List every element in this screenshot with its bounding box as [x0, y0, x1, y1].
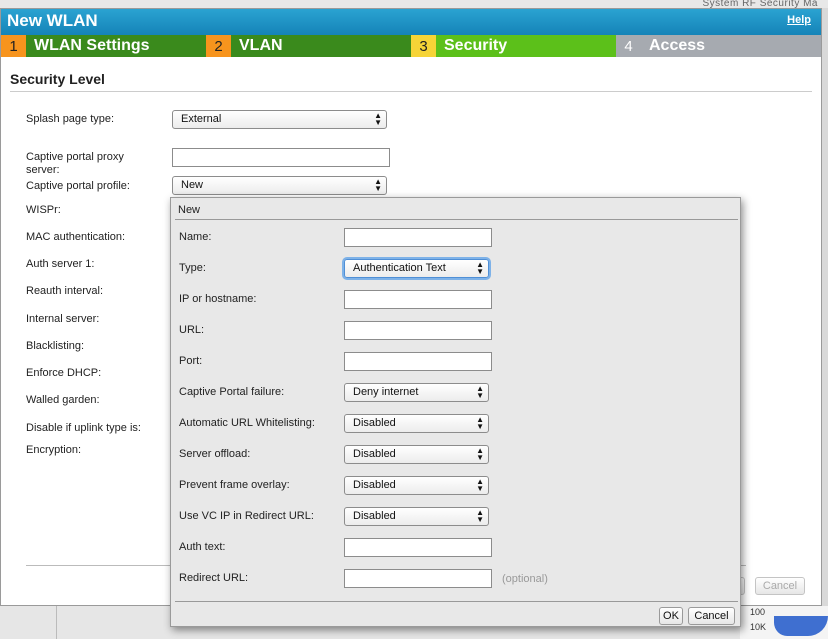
encryption-label: Encryption:: [26, 444, 82, 456]
chart-label-100: 100: [750, 607, 766, 617]
use-vc-ip-select[interactable]: Disabled ▲ ▼: [344, 507, 489, 526]
new-captive-portal-dialog: New Name: Type: Authentication Text ▲ ▼ I…: [170, 197, 741, 627]
auto-url-whitelist-label: Automatic URL Whitelisting:: [179, 417, 315, 429]
portal-profile-label: Captive portal profile:: [26, 180, 130, 192]
step-access[interactable]: 4 Access: [616, 35, 821, 57]
auto-url-whitelist-value: Disabled: [353, 417, 396, 429]
step-number: 3: [411, 35, 436, 57]
background-chart: 100 10K: [740, 606, 828, 639]
step-label: WLAN Settings: [34, 37, 150, 54]
wizard-cancel-button[interactable]: Cancel: [755, 577, 805, 595]
step-number: 2: [206, 35, 231, 57]
use-vc-ip-value: Disabled: [353, 510, 396, 522]
optional-hint: (optional): [502, 573, 548, 585]
portal-profile-value: New: [181, 179, 204, 191]
dialog-footer-divider: [175, 601, 738, 602]
dialog-cancel-button[interactable]: Cancel: [688, 607, 735, 625]
help-link[interactable]: Help: [787, 14, 811, 26]
captive-failure-label: Captive Portal failure:: [179, 386, 285, 398]
ok-button[interactable]: OK: [659, 607, 683, 625]
name-input[interactable]: [344, 228, 492, 247]
step-number: 4: [616, 35, 641, 57]
select-arrows-icon: ▲ ▼: [374, 111, 382, 127]
prevent-frame-overlay-value: Disabled: [353, 479, 396, 491]
ip-hostname-label: IP or hostname:: [179, 293, 257, 305]
step-label: VLAN: [239, 37, 283, 54]
step-number: 1: [1, 35, 26, 57]
blacklisting-label: Blacklisting:: [26, 340, 85, 352]
wizard-steps: 1 WLAN Settings 2 VLAN 3 Security 4 Acce…: [1, 35, 821, 57]
wizard-title: New WLAN: [7, 11, 98, 30]
server-offload-select[interactable]: Disabled ▲ ▼: [344, 445, 489, 464]
port-input[interactable]: [344, 352, 492, 371]
url-label: URL:: [179, 324, 205, 336]
portal-profile-select[interactable]: New ▲ ▼: [172, 176, 387, 195]
ip-hostname-input[interactable]: [344, 290, 492, 309]
splash-page-type-label: Splash page type:: [26, 113, 115, 125]
prevent-frame-overlay-select[interactable]: Disabled ▲ ▼: [344, 476, 489, 495]
walled-garden-label: Walled garden:: [26, 394, 100, 406]
splash-page-type-value: External: [181, 113, 222, 125]
wispr-label: WISPr:: [26, 204, 61, 216]
captive-failure-select[interactable]: Deny internet ▲ ▼: [344, 383, 489, 402]
select-arrows-icon: ▲ ▼: [476, 446, 484, 462]
auto-url-whitelist-select[interactable]: Disabled ▲ ▼: [344, 414, 489, 433]
auth-text-label: Auth text:: [179, 541, 226, 553]
prevent-frame-overlay-label: Prevent frame overlay:: [179, 479, 290, 491]
proxy-server-input[interactable]: [172, 148, 390, 167]
step-security[interactable]: 3 Security: [411, 35, 616, 57]
splash-page-type-select[interactable]: External ▲ ▼: [172, 110, 387, 129]
captive-failure-value: Deny internet: [353, 386, 419, 398]
chart-label-10k: 10K: [750, 622, 767, 632]
select-arrows-icon: ▲ ▼: [476, 477, 484, 493]
select-arrows-icon: ▲ ▼: [374, 177, 382, 193]
chart-area: [774, 616, 828, 636]
use-vc-ip-label: Use VC IP in Redirect URL:: [179, 510, 314, 522]
port-label: Port:: [179, 355, 203, 367]
proxy-server-label-line1: Captive portal proxy: [26, 151, 124, 163]
mac-auth-label: MAC authentication:: [26, 231, 126, 243]
url-input[interactable]: [344, 321, 492, 340]
auth-server-1-label: Auth server 1:: [26, 258, 95, 270]
select-arrows-icon: ▲ ▼: [476, 260, 484, 276]
proxy-server-label-line2: server:: [26, 164, 60, 176]
wizard-title-bar: New WLAN Help: [1, 9, 821, 35]
section-title: Security Level: [10, 71, 105, 87]
select-arrows-icon: ▲ ▼: [476, 384, 484, 400]
type-label: Type:: [179, 262, 206, 274]
enforce-dhcp-label: Enforce DHCP:: [26, 367, 102, 379]
reauth-interval-label: Reauth interval:: [26, 285, 104, 297]
select-arrows-icon: ▲ ▼: [476, 508, 484, 524]
dialog-title: New: [178, 204, 201, 216]
background-top-strip: System RF Security Ma: [0, 0, 828, 9]
select-arrows-icon: ▲ ▼: [476, 415, 484, 431]
internal-server-label: Internal server:: [26, 313, 100, 325]
step-label: Security: [444, 37, 508, 54]
type-value: Authentication Text: [353, 262, 446, 274]
section-divider: [10, 91, 812, 92]
server-offload-value: Disabled: [353, 448, 396, 460]
step-wlan-settings[interactable]: 1 WLAN Settings: [1, 35, 206, 57]
redirect-url-label: Redirect URL:: [179, 572, 249, 584]
server-offload-label: Server offload:: [179, 448, 251, 460]
redirect-url-input[interactable]: [344, 569, 492, 588]
dialog-title-divider: [175, 219, 738, 220]
step-vlan[interactable]: 2 VLAN: [206, 35, 411, 57]
type-select[interactable]: Authentication Text ▲ ▼: [344, 259, 489, 278]
disable-uplink-label: Disable if uplink type is:: [26, 422, 141, 434]
name-label: Name:: [179, 231, 212, 243]
background-divider: [56, 606, 57, 639]
auth-text-input[interactable]: [344, 538, 492, 557]
step-label: Access: [649, 37, 706, 54]
